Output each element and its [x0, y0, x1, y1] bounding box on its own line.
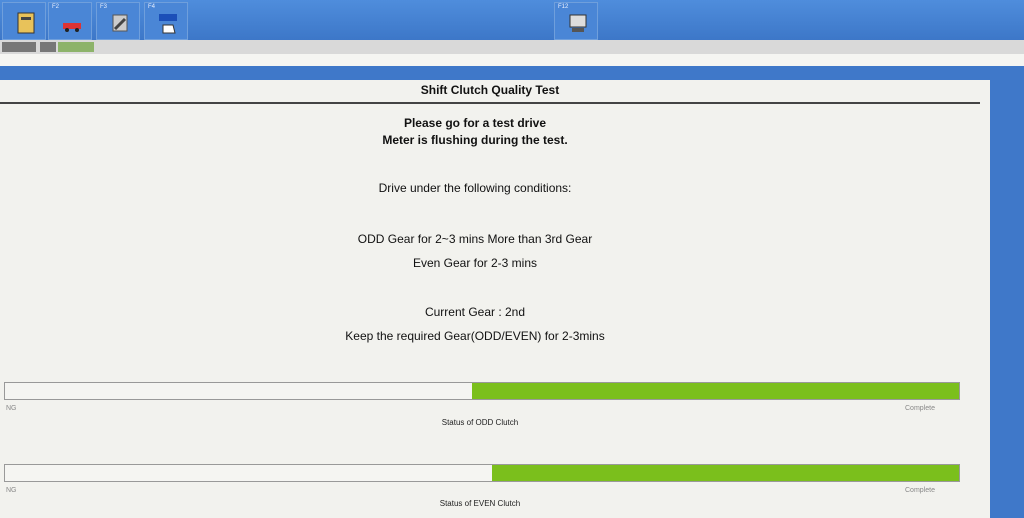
f12-key-label: F12	[558, 4, 569, 10]
test-hand-icon	[159, 14, 177, 34]
complete-label: Complete	[905, 405, 935, 412]
status-segment	[40, 42, 56, 52]
wrench-hand-icon	[112, 14, 128, 32]
toolbar-button-f4[interactable]: F4	[144, 2, 188, 40]
instruction-line: Meter is flushing during the test.	[382, 133, 568, 147]
odd-clutch-caption: Status of ODD Clutch	[441, 418, 519, 427]
odd-gear-condition: ODD Gear for 2~3 mins More than 3rd Gear	[357, 232, 593, 246]
conditions-heading: Drive under the following conditions:	[378, 181, 572, 195]
instruction-line: Please go for a test drive	[403, 116, 547, 130]
progress-fill	[491, 465, 959, 481]
even-clutch-progress-bar	[4, 464, 960, 482]
even-gear-condition: Even Gear for 2-3 mins	[412, 256, 538, 270]
progress-fill	[472, 383, 959, 399]
f2-key-label: F2	[52, 4, 60, 10]
toolbar-button-f3[interactable]: F3	[96, 2, 140, 40]
status-segment	[2, 42, 36, 52]
red-car-icon	[63, 23, 81, 32]
complete-label: Complete	[905, 487, 935, 494]
odd-clutch-progress-bar	[4, 382, 960, 400]
toolbar: F2 F3 F4 F12	[0, 0, 1024, 44]
notebook-icon	[17, 12, 35, 34]
page-title: Shift Clutch Quality Test	[0, 80, 980, 104]
test-panel: Shift Clutch Quality Test Please go for …	[0, 80, 990, 518]
status-segment	[58, 42, 94, 52]
screen-capture-icon	[569, 14, 587, 32]
header-band	[0, 54, 1024, 66]
even-clutch-caption: Status of EVEN Clutch	[439, 499, 521, 508]
ng-label: NG	[6, 487, 17, 494]
ng-label: NG	[6, 405, 17, 412]
toolbar-button-f12[interactable]: F12	[554, 2, 598, 40]
toolbar-button-f2[interactable]: F2	[48, 2, 92, 40]
toolbar-button-notebook[interactable]	[2, 2, 46, 40]
f4-key-label: F4	[148, 4, 156, 10]
current-gear: Current Gear : 2nd	[424, 305, 526, 319]
status-bar	[0, 40, 1024, 54]
f3-key-label: F3	[100, 4, 108, 10]
keep-gear-note: Keep the required Gear(ODD/EVEN) for 2-3…	[345, 329, 605, 343]
